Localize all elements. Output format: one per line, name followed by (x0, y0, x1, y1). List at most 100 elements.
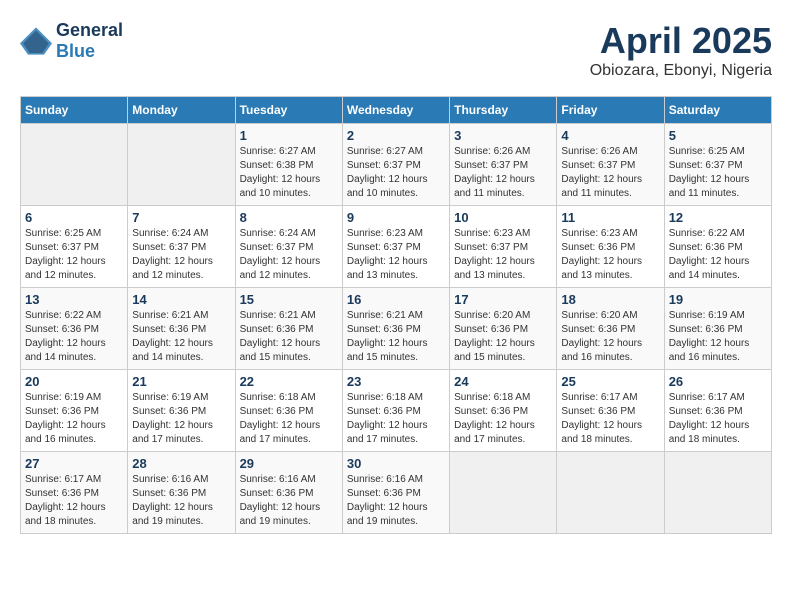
calendar-cell: 8 Sunrise: 6:24 AM Sunset: 6:37 PM Daylig… (235, 206, 342, 288)
week-row-1: 1 Sunrise: 6:27 AM Sunset: 6:38 PM Daylig… (21, 124, 772, 206)
day-info: Sunrise: 6:21 AM Sunset: 6:36 PM Dayligh… (347, 309, 445, 365)
day-number: 13 (25, 292, 123, 307)
week-row-2: 6 Sunrise: 6:25 AM Sunset: 6:37 PM Daylig… (21, 206, 772, 288)
calendar-cell: 3 Sunrise: 6:26 AM Sunset: 6:37 PM Daylig… (450, 124, 557, 206)
day-info: Sunrise: 6:21 AM Sunset: 6:36 PM Dayligh… (132, 309, 230, 365)
day-number: 10 (454, 210, 552, 225)
header-monday: Monday (128, 97, 235, 124)
week-row-4: 20Sunrise: 6:19 AM Sunset: 6:36 PM Dayli… (21, 370, 772, 452)
day-number: 16 (347, 292, 445, 307)
day-info: Sunrise: 6:22 AM Sunset: 6:36 PM Dayligh… (25, 309, 123, 365)
calendar-cell (21, 124, 128, 206)
day-number: 20 (25, 374, 123, 389)
day-number: 30 (347, 456, 445, 471)
day-number: 25 (561, 374, 659, 389)
header-saturday: Saturday (664, 97, 771, 124)
calendar-cell: 18 Sunrise: 6:20 AM Sunset: 6:36 PM Dayli… (557, 288, 664, 370)
day-info: Sunrise: 6:23 AM Sunset: 6:36 PM Dayligh… (561, 227, 659, 283)
day-number: 22 (240, 374, 338, 389)
day-number: 17 (454, 292, 552, 307)
day-number: 18 (561, 292, 659, 307)
calendar-cell: 10Sunrise: 6:23 AM Sunset: 6:37 PM Dayli… (450, 206, 557, 288)
header-tuesday: Tuesday (235, 97, 342, 124)
calendar-cell: 14 Sunrise: 6:21 AM Sunset: 6:36 PM Dayli… (128, 288, 235, 370)
day-info: Sunrise: 6:27 AM Sunset: 6:38 PM Dayligh… (240, 145, 338, 201)
day-number: 14 (132, 292, 230, 307)
day-number: 11 (561, 210, 659, 225)
day-number: 27 (25, 456, 123, 471)
day-info: Sunrise: 6:20 AM Sunset: 6:36 PM Dayligh… (454, 309, 552, 365)
day-number: 23 (347, 374, 445, 389)
calendar-cell: 20Sunrise: 6:19 AM Sunset: 6:36 PM Dayli… (21, 370, 128, 452)
calendar-cell (128, 124, 235, 206)
calendar-cell: 12Sunrise: 6:22 AM Sunset: 6:36 PM Dayli… (664, 206, 771, 288)
calendar-cell: 23 Sunrise: 6:18 AM Sunset: 6:36 PM Dayli… (342, 370, 449, 452)
header-friday: Friday (557, 97, 664, 124)
day-number: 3 (454, 128, 552, 143)
day-number: 4 (561, 128, 659, 143)
calendar-cell: 24 Sunrise: 6:18 AM Sunset: 6:36 PM Dayli… (450, 370, 557, 452)
calendar-cell: 16 Sunrise: 6:21 AM Sunset: 6:36 PM Dayli… (342, 288, 449, 370)
day-info: Sunrise: 6:27 AM Sunset: 6:37 PM Dayligh… (347, 145, 445, 201)
logo: General Blue (20, 20, 123, 62)
day-info: Sunrise: 6:19 AM Sunset: 6:36 PM Dayligh… (669, 309, 767, 365)
day-info: Sunrise: 6:16 AM Sunset: 6:36 PM Dayligh… (132, 473, 230, 529)
header-thursday: Thursday (450, 97, 557, 124)
week-row-3: 13 Sunrise: 6:22 AM Sunset: 6:36 PM Dayli… (21, 288, 772, 370)
day-number: 21 (132, 374, 230, 389)
calendar-cell: 25 Sunrise: 6:17 AM Sunset: 6:36 PM Dayli… (557, 370, 664, 452)
calendar-cell (664, 452, 771, 534)
header-wednesday: Wednesday (342, 97, 449, 124)
day-info: Sunrise: 6:18 AM Sunset: 6:36 PM Dayligh… (347, 391, 445, 447)
day-number: 8 (240, 210, 338, 225)
calendar-cell: 26 Sunrise: 6:17 AM Sunset: 6:36 PM Dayli… (664, 370, 771, 452)
day-info: Sunrise: 6:26 AM Sunset: 6:37 PM Dayligh… (454, 145, 552, 201)
logo-text: General Blue (56, 20, 123, 62)
page-header: General Blue April 2025 Obiozara, Ebonyi… (20, 20, 772, 80)
day-number: 29 (240, 456, 338, 471)
day-number: 26 (669, 374, 767, 389)
calendar-cell: 4Sunrise: 6:26 AM Sunset: 6:37 PM Daylig… (557, 124, 664, 206)
calendar-cell: 9 Sunrise: 6:23 AM Sunset: 6:37 PM Daylig… (342, 206, 449, 288)
day-number: 5 (669, 128, 767, 143)
day-info: Sunrise: 6:25 AM Sunset: 6:37 PM Dayligh… (25, 227, 123, 283)
calendar-cell: 27 Sunrise: 6:17 AM Sunset: 6:36 PM Dayli… (21, 452, 128, 534)
day-info: Sunrise: 6:17 AM Sunset: 6:36 PM Dayligh… (669, 391, 767, 447)
calendar-cell: 2Sunrise: 6:27 AM Sunset: 6:37 PM Daylig… (342, 124, 449, 206)
day-number: 1 (240, 128, 338, 143)
calendar-cell: 13 Sunrise: 6:22 AM Sunset: 6:36 PM Dayli… (21, 288, 128, 370)
day-number: 19 (669, 292, 767, 307)
calendar-cell (450, 452, 557, 534)
header-sunday: Sunday (21, 97, 128, 124)
day-info: Sunrise: 6:20 AM Sunset: 6:36 PM Dayligh… (561, 309, 659, 365)
calendar-cell: 5Sunrise: 6:25 AM Sunset: 6:37 PM Daylig… (664, 124, 771, 206)
day-number: 24 (454, 374, 552, 389)
day-number: 7 (132, 210, 230, 225)
day-info: Sunrise: 6:21 AM Sunset: 6:36 PM Dayligh… (240, 309, 338, 365)
calendar-table: SundayMondayTuesdayWednesdayThursdayFrid… (20, 96, 772, 534)
title-block: April 2025 Obiozara, Ebonyi, Nigeria (590, 20, 772, 80)
calendar-cell: 29 Sunrise: 6:16 AM Sunset: 6:36 PM Dayli… (235, 452, 342, 534)
calendar-cell: 15Sunrise: 6:21 AM Sunset: 6:36 PM Dayli… (235, 288, 342, 370)
day-info: Sunrise: 6:17 AM Sunset: 6:36 PM Dayligh… (25, 473, 123, 529)
day-info: Sunrise: 6:18 AM Sunset: 6:36 PM Dayligh… (454, 391, 552, 447)
day-info: Sunrise: 6:22 AM Sunset: 6:36 PM Dayligh… (669, 227, 767, 283)
day-number: 9 (347, 210, 445, 225)
calendar-title: April 2025 (590, 20, 772, 62)
calendar-subtitle: Obiozara, Ebonyi, Nigeria (590, 62, 772, 80)
day-info: Sunrise: 6:17 AM Sunset: 6:36 PM Dayligh… (561, 391, 659, 447)
calendar-cell: 30Sunrise: 6:16 AM Sunset: 6:36 PM Dayli… (342, 452, 449, 534)
day-info: Sunrise: 6:23 AM Sunset: 6:37 PM Dayligh… (347, 227, 445, 283)
days-header-row: SundayMondayTuesdayWednesdayThursdayFrid… (21, 97, 772, 124)
calendar-cell (557, 452, 664, 534)
week-row-5: 27 Sunrise: 6:17 AM Sunset: 6:36 PM Dayli… (21, 452, 772, 534)
calendar-cell: 7Sunrise: 6:24 AM Sunset: 6:37 PM Daylig… (128, 206, 235, 288)
day-info: Sunrise: 6:18 AM Sunset: 6:36 PM Dayligh… (240, 391, 338, 447)
calendar-cell: 11 Sunrise: 6:23 AM Sunset: 6:36 PM Dayli… (557, 206, 664, 288)
day-number: 6 (25, 210, 123, 225)
calendar-cell: 22 Sunrise: 6:18 AM Sunset: 6:36 PM Dayli… (235, 370, 342, 452)
calendar-cell: 28Sunrise: 6:16 AM Sunset: 6:36 PM Dayli… (128, 452, 235, 534)
calendar-cell: 6 Sunrise: 6:25 AM Sunset: 6:37 PM Daylig… (21, 206, 128, 288)
day-info: Sunrise: 6:24 AM Sunset: 6:37 PM Dayligh… (240, 227, 338, 283)
day-info: Sunrise: 6:16 AM Sunset: 6:36 PM Dayligh… (240, 473, 338, 529)
